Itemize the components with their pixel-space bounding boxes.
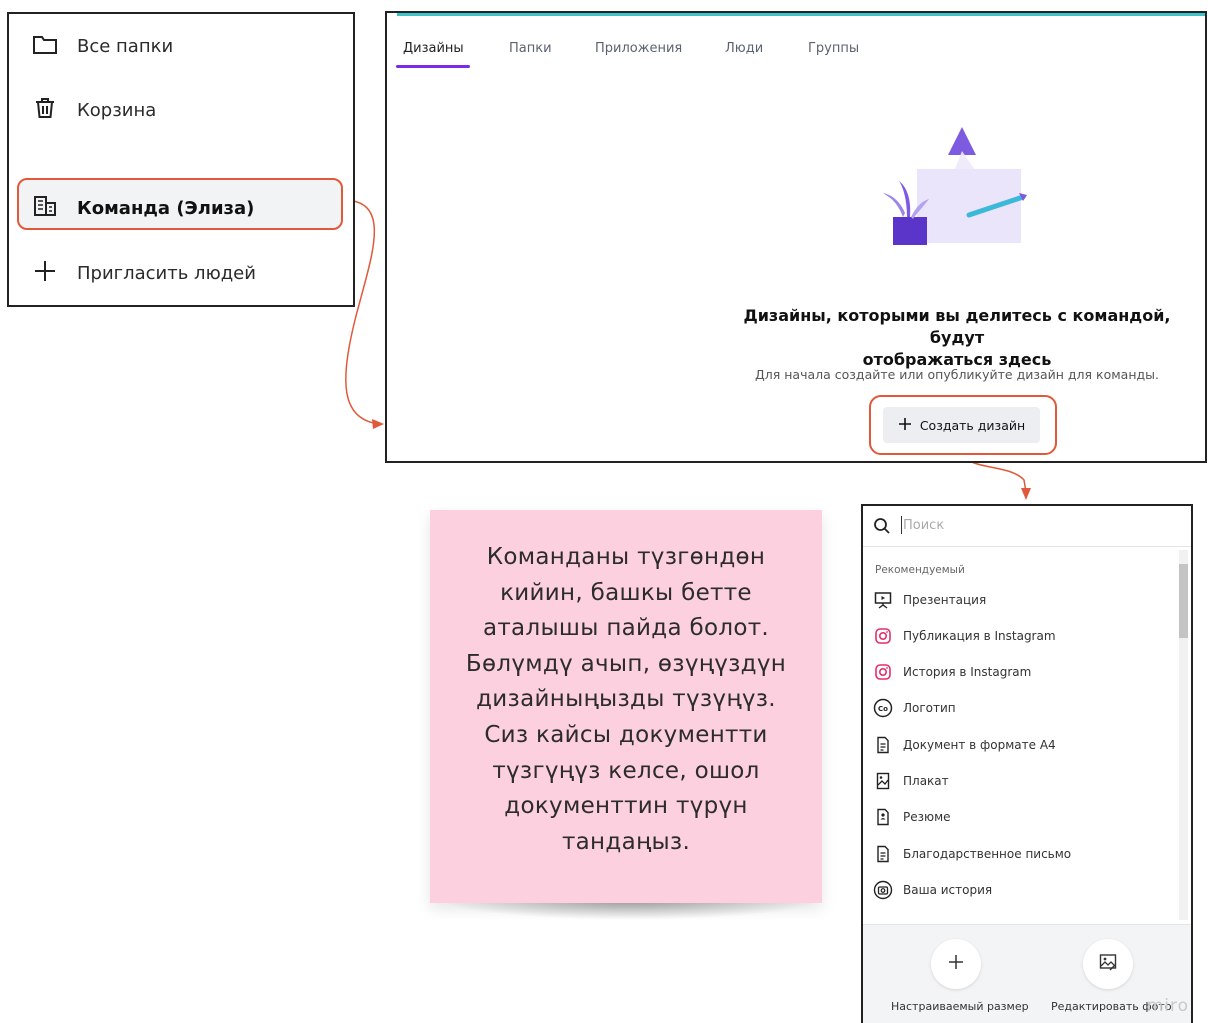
- text-cursor: [901, 516, 902, 534]
- sidebar-item-trash[interactable]: Корзина: [31, 94, 156, 127]
- plus-icon: [31, 257, 59, 290]
- sidebar-panel: Все папки Корзина Команда (Элиза) Пригла…: [7, 12, 355, 307]
- search-row: Поиск: [863, 506, 1191, 547]
- tab-people[interactable]: Люди: [725, 41, 763, 56]
- dropdown-item-label: Публикация в Instagram: [903, 629, 1056, 643]
- note-line: документтин түрүн: [504, 793, 748, 820]
- dropdown-item-presentation[interactable]: Презентация: [873, 590, 986, 610]
- sidebar-item-label: Все папки: [77, 36, 174, 57]
- note-line: тандаңыз.: [561, 828, 691, 855]
- dropdown-item-poster[interactable]: Плакат: [873, 771, 949, 791]
- active-tab-indicator: [396, 65, 470, 68]
- dropdown-item-your-story[interactable]: Ваша история: [873, 880, 992, 900]
- dropdown-item-label: Благодарственное письмо: [903, 847, 1072, 861]
- instagram-icon: [873, 662, 893, 682]
- custom-size-button[interactable]: [931, 939, 981, 989]
- tab-designs[interactable]: Дизайны: [403, 41, 464, 56]
- image-edit-icon: [1098, 952, 1118, 976]
- scrollbar-thumb[interactable]: [1179, 564, 1188, 638]
- sidebar-item-label: Корзина: [77, 100, 157, 121]
- presentation-icon: [873, 590, 893, 610]
- note-line: түзгүңүз келсе, ошол: [492, 757, 760, 784]
- plus-icon: [948, 954, 964, 974]
- team-building-icon: [31, 192, 59, 225]
- dropdown-footer: Настраиваемый размер Редактировать фото: [863, 924, 1191, 1023]
- folder-icon: [31, 30, 59, 63]
- create-design-label: Создать дизайн: [919, 417, 1026, 433]
- note-line: Бөлүмдү ачып, өзүңүздүн: [465, 650, 787, 677]
- arrowhead-dropdown: [1021, 488, 1031, 500]
- dropdown-item-instagram-post[interactable]: Публикация в Instagram: [873, 626, 1056, 646]
- dropdown-item-a4-document[interactable]: Документ в формате A4: [873, 735, 1056, 755]
- custom-size-label: Настраиваемый размер: [891, 1000, 1029, 1013]
- team-designs-panel: Дизайны Папки Приложения Люди Группы Диз…: [385, 11, 1207, 463]
- dropdown-item-label: Логотип: [903, 701, 956, 715]
- top-accent-line: [397, 13, 1205, 16]
- document-icon: [873, 735, 893, 755]
- empty-state-title-line: Дизайны, которыми вы делитесь с командой…: [743, 306, 1171, 347]
- note-line: аталышы пайда болот.: [482, 615, 770, 642]
- dropdown-item-label: Презентация: [903, 593, 987, 607]
- empty-state-illustration: [883, 127, 1027, 245]
- empty-state-subtitle: Для начала создайте или опубликуйте диза…: [755, 367, 1159, 382]
- arrowhead-main: [372, 419, 384, 429]
- section-label: Рекомендуемый: [875, 564, 965, 576]
- sidebar-item-invite[interactable]: Пригласить людей: [31, 257, 256, 290]
- svg-text:Co: Co: [878, 705, 888, 713]
- plus-icon: [898, 417, 912, 434]
- instagram-icon: [873, 626, 893, 646]
- sidebar-item-label: Пригласить людей: [77, 263, 256, 284]
- dropdown-item-label: История в Instagram: [903, 665, 1032, 679]
- dropdown-item-resume[interactable]: Резюме: [873, 807, 951, 827]
- resume-icon: [873, 807, 893, 827]
- note-line: кийин, башкы бетте: [500, 579, 752, 606]
- search-input[interactable]: Поиск: [903, 518, 944, 533]
- note-line: Команданы түзгөндөн: [486, 544, 766, 570]
- dropdown-item-thank-you-letter[interactable]: Благодарственное письмо: [873, 844, 1071, 864]
- dropdown-item-label: Ваша история: [903, 883, 993, 897]
- dropdown-item-label: Плакат: [903, 774, 949, 788]
- note-text: Команданы түзгөндөн кийин, башкы бетте а…: [450, 540, 802, 860]
- note-line: дизайныңызды түзүңүз.: [476, 686, 776, 713]
- tab-folders[interactable]: Папки: [509, 41, 552, 56]
- dropdown-item-label: Документ в формате A4: [903, 738, 1056, 752]
- poster-icon: [873, 771, 893, 791]
- sidebar-item-team[interactable]: Команда (Элиза): [31, 192, 254, 225]
- sticky-note: Команданы түзгөндөн кийин, башкы бетте а…: [430, 510, 822, 903]
- letter-icon: [873, 844, 893, 864]
- empty-state-title: Дизайны, которыми вы делитесь с командой…: [717, 305, 1197, 371]
- tab-apps[interactable]: Приложения: [595, 41, 682, 56]
- sidebar-item-label: Команда (Элиза): [77, 198, 255, 219]
- sidebar-item-all-folders[interactable]: Все папки: [31, 30, 173, 63]
- tab-groups[interactable]: Группы: [808, 41, 859, 56]
- miro-watermark: miro: [1146, 996, 1189, 1016]
- logo-icon: Co: [873, 698, 893, 718]
- create-design-button[interactable]: Создать дизайн: [883, 407, 1040, 443]
- search-icon: [873, 517, 891, 539]
- design-type-dropdown: Поиск Рекомендуемый Презентация Публикац…: [861, 504, 1193, 1023]
- dropdown-item-instagram-story[interactable]: История в Instagram: [873, 662, 1031, 682]
- dropdown-item-label: Резюме: [903, 810, 951, 824]
- trash-icon: [31, 94, 59, 127]
- dropdown-item-logo[interactable]: Co Логотип: [873, 698, 956, 718]
- camera-icon: [873, 880, 893, 900]
- edit-photo-button[interactable]: [1083, 939, 1133, 989]
- note-line: Сиз кайсы документти: [484, 721, 768, 748]
